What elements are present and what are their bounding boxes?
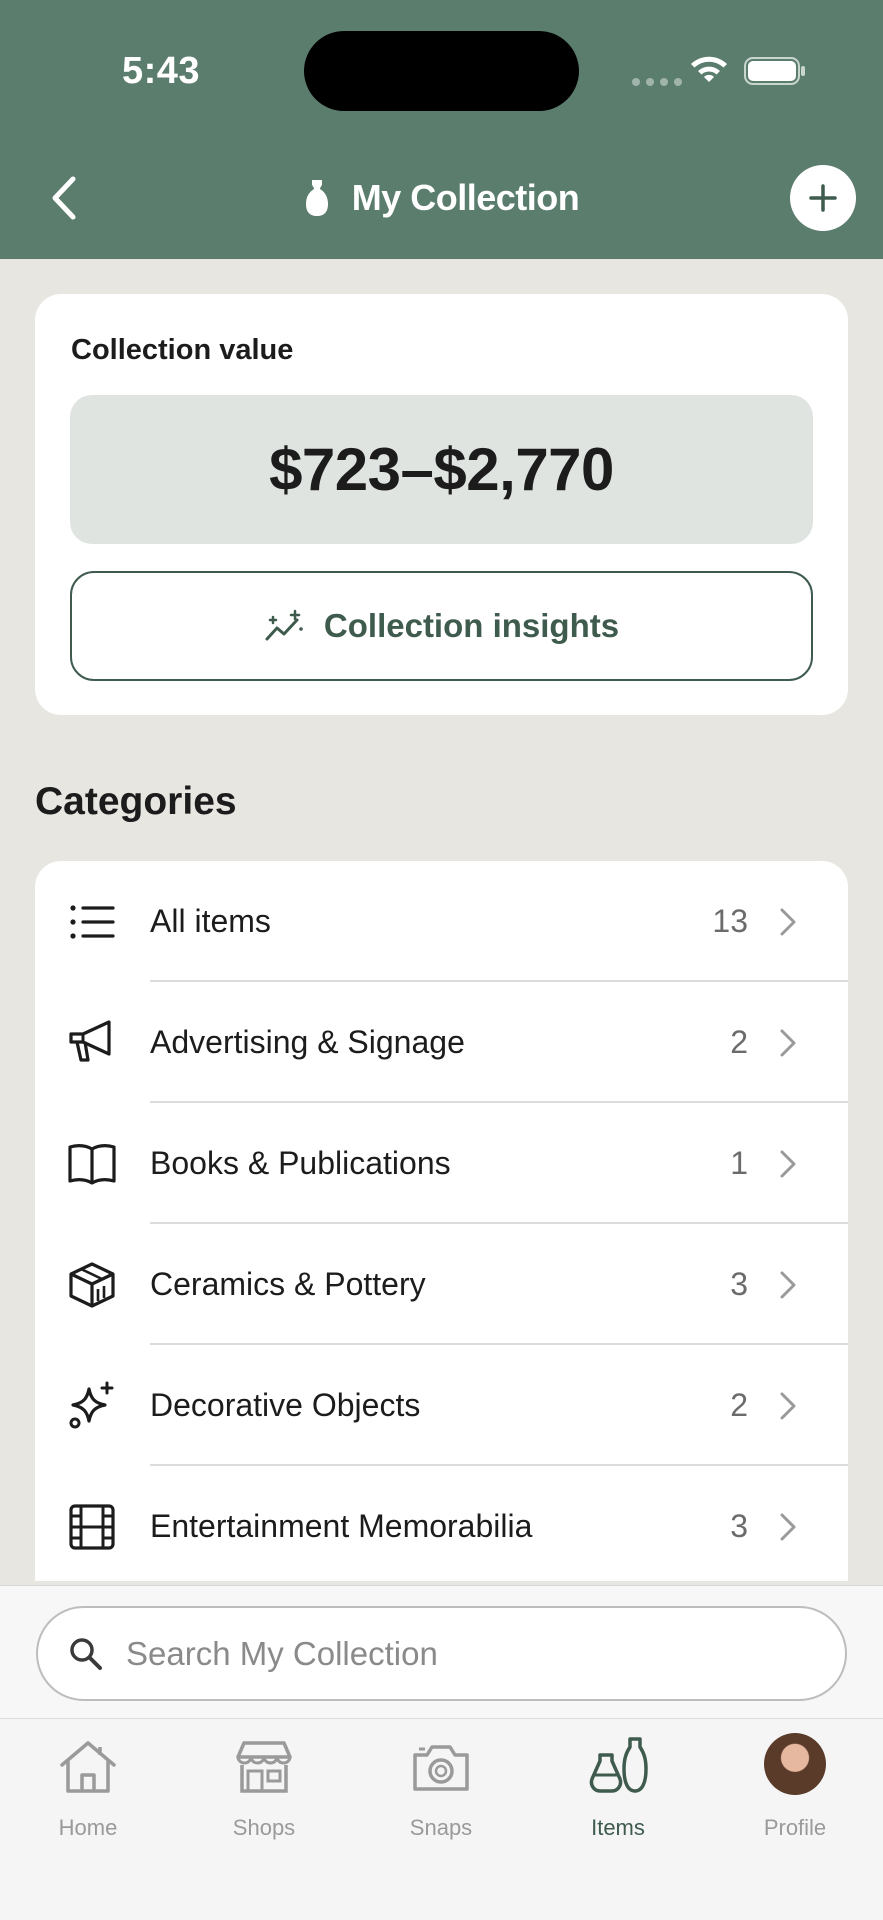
chevron-right-icon [780,1271,796,1299]
book-icon [68,1144,116,1185]
category-row-ceramics-pottery[interactable]: Ceramics & Pottery 3 [35,1224,848,1345]
category-count: 2 [730,1024,748,1060]
tab-bar: Home Shops Snaps Items Profile [0,1718,883,1920]
vase-icon [305,180,328,216]
category-label: Advertising & Signage [150,1024,465,1060]
tab-snaps[interactable]: Snaps [353,1719,529,1859]
header: 5:43 My Collection [0,0,883,259]
add-item-button[interactable] [790,165,856,231]
search-input[interactable] [126,1608,816,1699]
megaphone-icon [69,1020,111,1062]
cube-icon [69,1262,115,1308]
tab-label: Items [591,1815,645,1840]
collection-value-box: $723–$2,770 [70,395,813,544]
category-count: 13 [712,903,748,939]
dynamic-island [304,31,579,111]
category-row-entertainment-memorabilia[interactable]: Entertainment Memorabilia 3 [35,1466,848,1581]
home-icon [60,1741,116,1793]
chevron-right-icon [780,908,796,936]
chevron-right-icon [780,1513,796,1541]
wifi-icon [691,56,727,82]
cellular-signal-icon [632,78,682,86]
tab-items[interactable]: Items [530,1719,706,1859]
search-icon [70,1638,102,1670]
collection-insights-button[interactable]: Collection insights [70,571,813,681]
tab-label: Home [58,1815,118,1840]
category-count: 2 [730,1387,748,1423]
chevron-right-icon [780,1392,796,1420]
categories-list: All items 13 Advertising & Signage 2 Boo… [35,861,848,1581]
category-row-advertising-signage[interactable]: Advertising & Signage 2 [35,982,848,1103]
list-icon [70,905,115,939]
tab-home[interactable]: Home [0,1719,176,1859]
category-label: All items [150,903,271,939]
shop-icon [236,1741,292,1793]
tab-shops[interactable]: Shops [176,1719,352,1859]
category-label: Entertainment Memorabilia [150,1508,533,1544]
tab-label: Shops [232,1815,296,1840]
search-area [0,1585,883,1718]
category-label: Decorative Objects [150,1387,421,1423]
tab-profile[interactable]: Profile [707,1719,883,1859]
camera-icon [413,1745,469,1791]
sparkle-chart-icon [265,609,303,641]
category-count: 3 [730,1508,748,1544]
collection-value-label: Collection value [71,334,294,366]
vases-icon [589,1737,648,1793]
collection-insights-label: Collection insights [323,607,620,644]
category-count: 1 [730,1145,748,1181]
category-count: 3 [730,1266,748,1302]
tab-label: Profile [763,1815,827,1840]
chevron-right-icon [780,1150,796,1178]
page-title: My Collection [351,177,580,218]
collection-value-amount: $723–$2,770 [269,436,614,503]
chevron-right-icon [780,1029,796,1057]
avatar [764,1733,826,1795]
film-icon [69,1504,115,1550]
category-row-all-items[interactable]: All items 13 [35,861,848,982]
plus-icon [809,184,837,212]
category-row-decorative-objects[interactable]: Decorative Objects 2 [35,1345,848,1466]
search-field[interactable] [36,1606,847,1701]
tab-label: Snaps [409,1815,473,1840]
category-row-books-publications[interactable]: Books & Publications 1 [35,1103,848,1224]
battery-icon [744,57,805,85]
categories-heading: Categories [35,780,237,823]
header-title-group: My Collection [0,170,883,226]
collection-value-card: Collection value $723–$2,770 Collection … [35,294,848,715]
category-label: Books & Publications [150,1145,451,1181]
sparkles-icon [69,1381,114,1429]
category-label: Ceramics & Pottery [150,1266,426,1302]
status-time: 5:43 [122,50,201,92]
